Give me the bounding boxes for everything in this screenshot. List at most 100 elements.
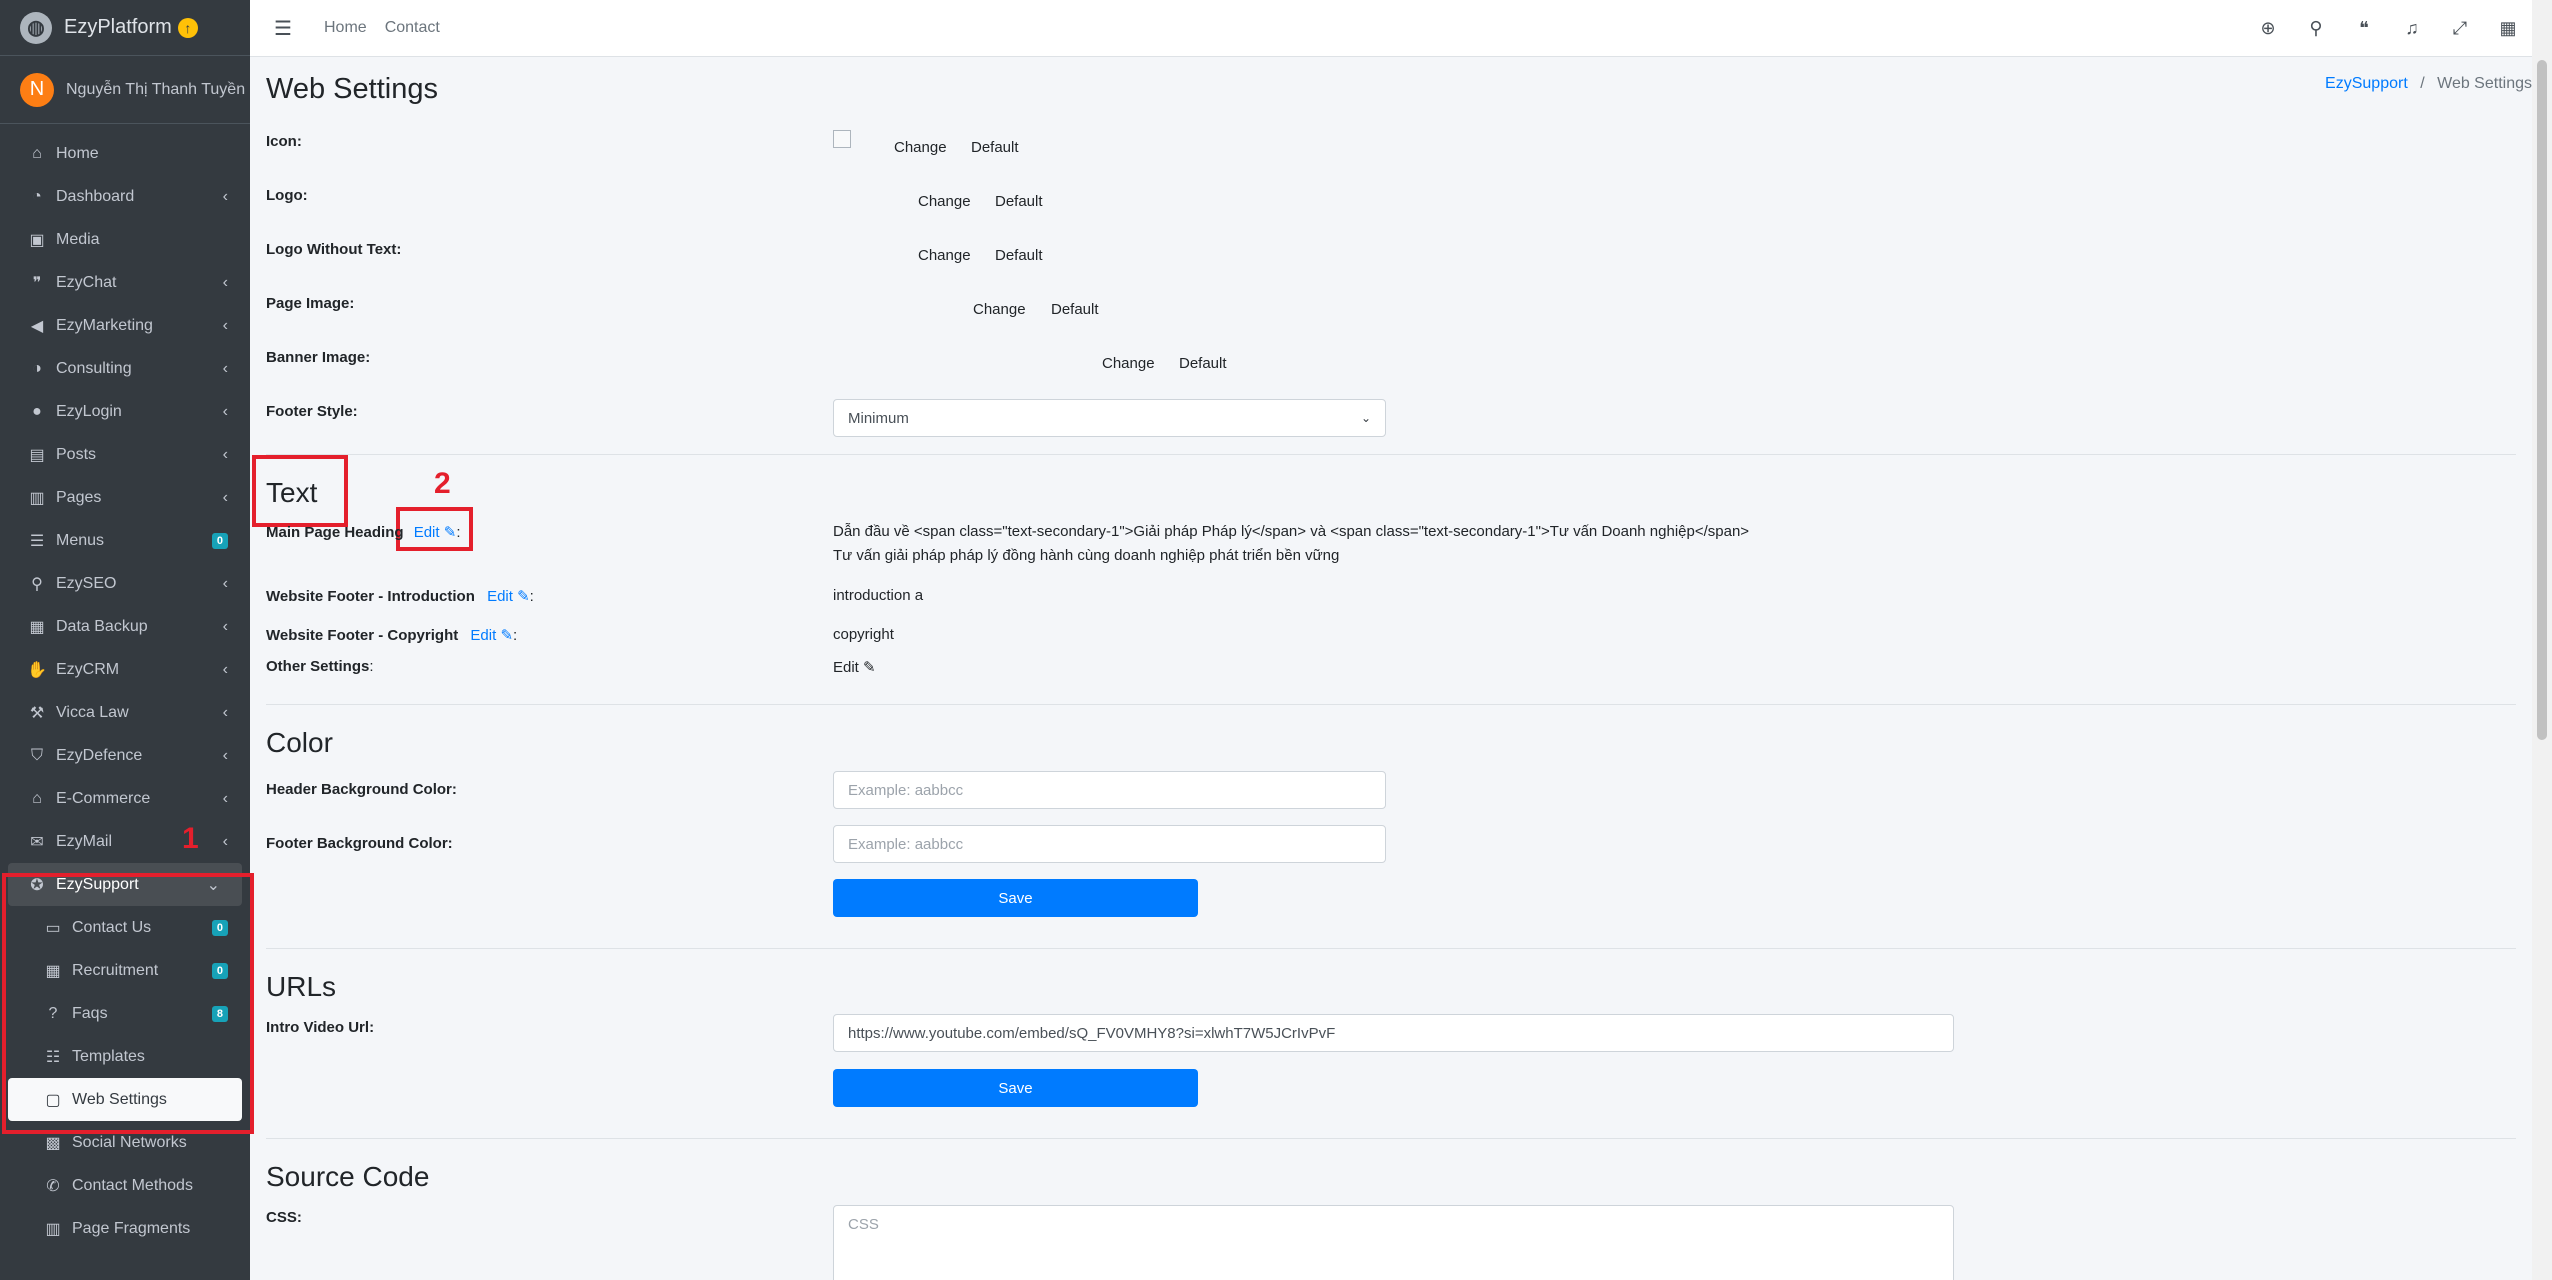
top-navbar-actions: ⊕ ⚲ ❝ ♫ ⤢ ▦	[2244, 18, 2532, 39]
other-settings-edit-link[interactable]: Edit ✎	[833, 658, 876, 676]
sidebar-item-page-fragments[interactable]: ▥ Page Fragments	[0, 1207, 250, 1250]
sidebar-item-consulting[interactable]: ◑ Consulting ‹	[0, 347, 250, 390]
header-bg-color-label: Header Background Color:	[266, 781, 457, 798]
menu-toggle-icon[interactable]: ☰	[260, 16, 306, 41]
envelope-icon: ✉	[30, 833, 44, 851]
sidebar-item-home[interactable]: ⌂ Home	[0, 132, 250, 175]
sidebar-item-vicca-law[interactable]: ⚒ Vicca Law ‹	[0, 691, 250, 734]
banner-image-change-link[interactable]: Change	[1102, 355, 1155, 372]
chevron-left-icon: ‹	[222, 789, 228, 807]
footer-copyright-label: Website Footer - Copyright	[266, 627, 459, 644]
footer-intro-value: introduction a	[833, 587, 924, 604]
footer-intro-row: Website Footer - Introduction Edit ✎:	[266, 588, 534, 605]
top-link-contact[interactable]: Contact	[385, 19, 440, 37]
gavel-icon: ⚒	[29, 704, 45, 722]
chevron-left-icon: ‹	[222, 488, 228, 506]
css-label: CSS:	[266, 1209, 302, 1226]
scrollbar-thumb[interactable]	[2537, 60, 2547, 740]
share-icon: ▩	[45, 1134, 61, 1152]
edit-icon: ✎	[517, 588, 530, 605]
page-image-change-link[interactable]: Change	[973, 301, 1026, 318]
sidebar-item-data-backup[interactable]: ▦ Data Backup ‹	[0, 605, 250, 648]
chevron-left-icon: ‹	[222, 273, 228, 291]
footer-style-select[interactable]: Minimum ⌄	[833, 399, 1386, 437]
brand[interactable]: ◍ EzyPlatform ↑	[0, 0, 250, 56]
store-icon: ⌂	[32, 789, 42, 807]
sidebar-item-ezycrm[interactable]: ✋ EzyCRM ‹	[0, 648, 250, 691]
expand-icon[interactable]: ⤢	[2436, 18, 2484, 39]
top-navbar: ☰ Home Contact ⊕ ⚲ ❝ ♫ ⤢ ▦	[250, 0, 2552, 57]
chevron-left-icon: ‹	[222, 402, 228, 420]
footer-copyright-edit-link[interactable]: Edit ✎	[470, 627, 513, 644]
logo-without-text-label: Logo Without Text:	[266, 241, 402, 258]
page-scrollbar[interactable]	[2532, 0, 2552, 1280]
sidebar-item-menus[interactable]: ☰ Menus 0	[0, 519, 250, 562]
divider	[266, 704, 2516, 705]
footer-intro-edit-link[interactable]: Edit ✎	[487, 588, 530, 605]
logo-default-link[interactable]: Default	[995, 193, 1043, 210]
megaphone-icon: ◀	[30, 317, 44, 335]
main-content: Web Settings EzySupport / Web Settings I…	[250, 57, 2532, 1280]
intro-video-url-input[interactable]: https://www.youtube.com/embed/sQ_FV0VMHY…	[833, 1014, 1954, 1052]
newspaper-icon: ▤	[29, 446, 45, 464]
search-icon: ⚲	[31, 575, 43, 593]
chevron-left-icon: ‹	[222, 703, 228, 721]
brand-logo-icon: ◍	[20, 11, 52, 44]
sidebar-item-ezymail[interactable]: ✉ EzyMail ‹	[0, 820, 250, 863]
intro-video-url-label: Intro Video Url:	[266, 1019, 375, 1036]
icon-default-link[interactable]: Default	[971, 139, 1019, 156]
page-image-default-link[interactable]: Default	[1051, 301, 1099, 318]
divider	[266, 948, 2516, 949]
main-heading-value-line2: Tư vấn giải pháp pháp lý đồng hành cùng …	[833, 547, 1340, 564]
sidebar-item-ezydefence[interactable]: ⛉ EzyDefence ‹	[0, 734, 250, 777]
divider	[266, 1138, 2516, 1139]
globe-icon[interactable]: ⊕	[2244, 18, 2292, 39]
banner-image-label: Banner Image:	[266, 349, 371, 366]
chevron-down-icon: ⌄	[1360, 411, 1371, 425]
logo-without-text-change-link[interactable]: Change	[918, 247, 971, 264]
icon-label: Icon:	[266, 133, 302, 150]
chevron-left-icon: ‹	[222, 832, 228, 850]
logo-change-link[interactable]: Change	[918, 193, 971, 210]
sidebar-item-ezymarketing[interactable]: ◀ EzyMarketing ‹	[0, 304, 250, 347]
css-textarea[interactable]: CSS	[833, 1205, 1954, 1280]
sidebar-item-ezyseo[interactable]: ⚲ EzySEO ‹	[0, 562, 250, 605]
main-heading-row: Main Page Heading Edit ✎:	[266, 524, 461, 541]
icon-change-link[interactable]: Change	[894, 139, 947, 156]
sidebar-item-dashboard[interactable]: ◔ Dashboard ‹	[0, 175, 250, 218]
main-heading-edit-link[interactable]: Edit ✎	[414, 524, 457, 541]
search-icon[interactable]: ⚲	[2292, 18, 2340, 39]
bars-icon: ☰	[29, 532, 45, 550]
top-link-home[interactable]: Home	[324, 19, 367, 37]
urls-section-title: URLs	[266, 971, 337, 1002]
user-panel[interactable]: N Nguyễn Thị Thanh Tuyền	[0, 56, 250, 124]
chevron-left-icon: ‹	[222, 359, 228, 377]
logo-without-text-default-link[interactable]: Default	[995, 247, 1043, 264]
urls-save-button[interactable]: Save	[833, 1069, 1198, 1107]
chevron-left-icon: ‹	[222, 660, 228, 678]
apps-icon[interactable]: ▦	[2484, 18, 2532, 39]
source-code-section-title: Source Code	[266, 1161, 430, 1192]
icon-image	[833, 130, 851, 148]
banner-image-default-link[interactable]: Default	[1179, 355, 1227, 372]
header-bg-color-input[interactable]: Example: aabbcc	[833, 771, 1386, 809]
sidebar-item-ezylogin[interactable]: ● EzyLogin ‹	[0, 390, 250, 433]
sidebar-item-e-commerce[interactable]: ⌂ E-Commerce ‹	[0, 777, 250, 820]
sidebar-item-contact-methods[interactable]: ✆ Contact Methods	[0, 1164, 250, 1207]
sidebar-item-ezychat[interactable]: ❞ EzyChat ‹	[0, 261, 250, 304]
sidebar-item-media[interactable]: ▣ Media	[0, 218, 250, 261]
comments-icon[interactable]: ❝	[2340, 18, 2388, 39]
sidebar-item-posts[interactable]: ▤ Posts ‹	[0, 433, 250, 476]
annotation-number-2: 2	[434, 467, 451, 500]
bell-icon[interactable]: ♫	[2388, 18, 2436, 39]
breadcrumb-parent[interactable]: EzySupport	[2325, 75, 2408, 92]
sidebar-item-pages[interactable]: ▥ Pages ‹	[0, 476, 250, 519]
page-title: Web Settings	[266, 73, 438, 105]
avatar: N	[20, 72, 54, 107]
edit-icon: ✎	[443, 524, 457, 541]
logo-label: Logo:	[266, 187, 308, 204]
color-save-button[interactable]: Save	[833, 879, 1198, 917]
arrow-up-circle-icon[interactable]: ↑	[177, 17, 198, 38]
footer-style-label: Footer Style:	[266, 403, 358, 420]
footer-bg-color-input[interactable]: Example: aabbcc	[833, 825, 1386, 863]
